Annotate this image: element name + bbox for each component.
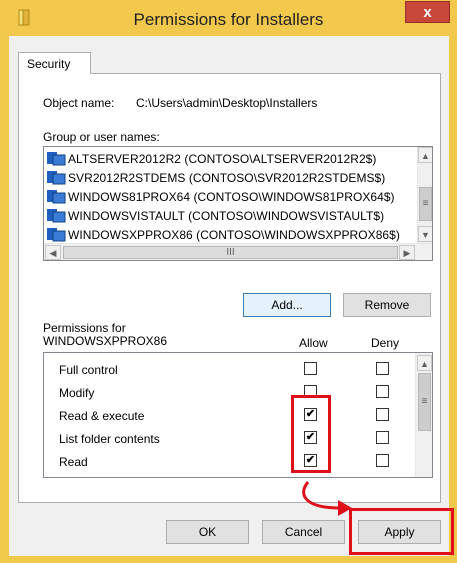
ok-button[interactable]: OK: [166, 520, 249, 544]
user-group-icon: [47, 171, 66, 185]
tab-security[interactable]: Security: [18, 52, 91, 74]
permission-name: Read: [59, 455, 88, 469]
permission-row: List folder contents ✔: [44, 427, 414, 450]
scroll-down-icon[interactable]: ▼: [418, 226, 432, 242]
permission-name: Read & execute: [59, 409, 145, 423]
user-group-icon: [47, 209, 66, 223]
window-title: Permissions for Installers: [133, 10, 324, 29]
permissions-list: Full control Modify Read & execute ✔ Lis…: [43, 352, 433, 478]
add-button[interactable]: Add...: [243, 293, 331, 317]
group-user-listbox[interactable]: ALTSERVER2012R2 (CONTOSO\ALTSERVER2012R2…: [43, 146, 433, 261]
deny-checkbox[interactable]: [376, 477, 389, 478]
permissions-principal-label: WINDOWSXPPROX86: [43, 334, 168, 348]
scroll-hthumb[interactable]: III: [63, 246, 398, 259]
list-item-label: WINDOWSXPPROX86 (CONTOSO\WINDOWSXPPROX86…: [68, 228, 400, 242]
list-item-label: ALTSERVER2012R2 (CONTOSO\ALTSERVER2012R2…: [68, 152, 377, 166]
permission-row: Modify: [44, 381, 414, 404]
dialog-window: Permissions for Installers x Security Ob…: [0, 0, 457, 563]
deny-checkbox[interactable]: [376, 385, 389, 398]
group-list-hscrollbar[interactable]: ◀ III ▶: [44, 243, 432, 260]
permissions-vscrollbar[interactable]: ▲ ≡: [415, 353, 432, 477]
scroll-up-icon[interactable]: ▲: [418, 147, 432, 163]
allow-checkbox[interactable]: [304, 362, 317, 375]
group-list-vscrollbar[interactable]: ▲ ≡ ▼: [417, 147, 432, 243]
permissions-header: Permissions for WINDOWSXPPROX86: [43, 322, 167, 348]
permission-name: List folder contents: [59, 432, 160, 446]
close-button[interactable]: x: [405, 1, 450, 23]
user-group-icon: [47, 228, 66, 242]
remove-button[interactable]: Remove: [343, 293, 431, 317]
deny-checkbox[interactable]: [376, 362, 389, 375]
object-name-label: Object name:: [43, 96, 115, 110]
allow-column-header: Allow: [299, 336, 328, 350]
list-item-label: SVR2012R2STDEMS (CONTOSO\SVR2012R2STDEMS…: [68, 171, 386, 185]
permission-row: Read ✔: [44, 450, 414, 473]
deny-checkbox[interactable]: [376, 431, 389, 444]
permission-row: Read & execute ✔: [44, 404, 414, 427]
scroll-left-icon[interactable]: ◀: [45, 245, 61, 260]
scroll-up-icon[interactable]: ▲: [417, 355, 432, 371]
object-name-value: C:\Users\admin\Desktop\Installers: [136, 96, 318, 110]
deny-checkbox[interactable]: [376, 408, 389, 421]
permission-name: Modify: [59, 386, 95, 400]
permission-row: [44, 473, 414, 478]
deny-column-header: Deny: [371, 336, 400, 350]
cancel-button[interactable]: Cancel: [262, 520, 345, 544]
scroll-thumb[interactable]: ≡: [418, 373, 431, 431]
apply-button-highlight: [349, 508, 454, 555]
list-item-label: WINDOWSVISTAULT (CONTOSO\WINDOWSVISTAULT…: [68, 209, 385, 223]
user-group-icon: [47, 190, 66, 204]
group-user-names-label: Group or user names:: [43, 130, 160, 144]
list-item-label: WINDOWS81PROX64 (CONTOSO\WINDOWS81PROX64…: [68, 190, 395, 204]
allow-checkboxes-highlight: [291, 395, 331, 473]
deny-checkbox[interactable]: [376, 454, 389, 467]
scroll-right-icon[interactable]: ▶: [399, 245, 415, 260]
scroll-thumb[interactable]: ≡: [419, 187, 432, 221]
user-group-icon: [47, 152, 66, 166]
title-bar[interactable]: Permissions for Installers x: [0, 0, 457, 36]
permission-row: Full control: [44, 358, 414, 381]
permission-name: Full control: [59, 363, 118, 377]
